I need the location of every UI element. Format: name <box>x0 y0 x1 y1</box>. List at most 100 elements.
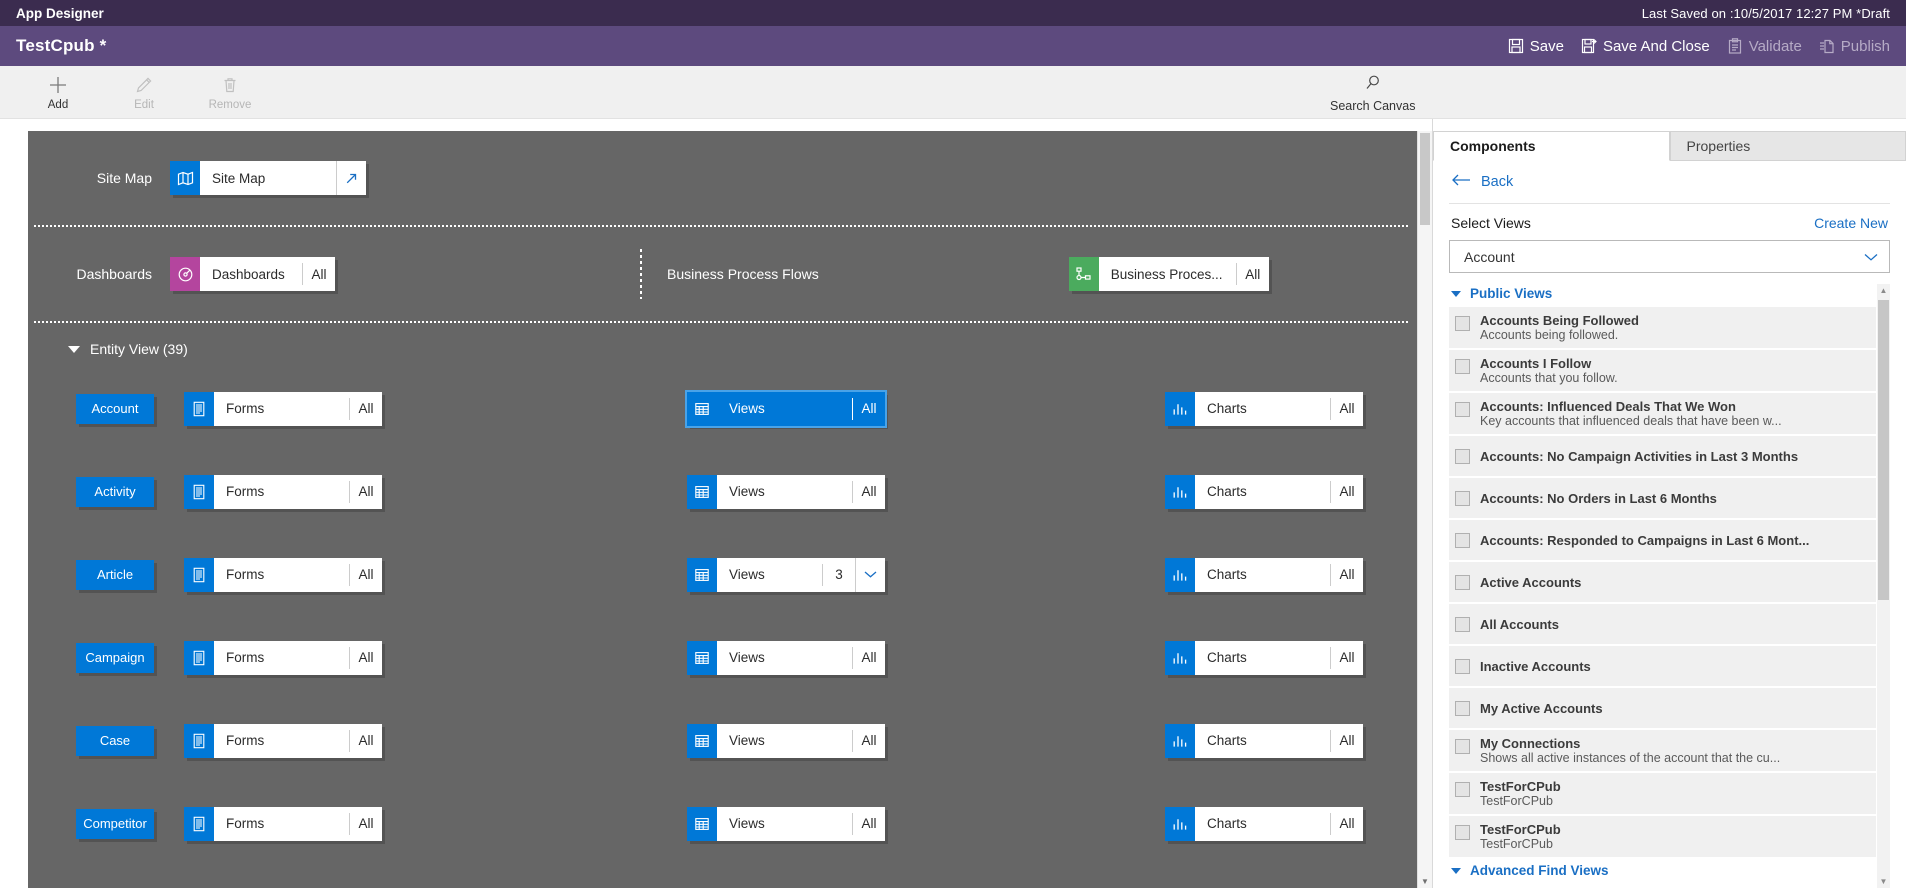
public-views-group-header[interactable]: Public Views <box>1449 284 1876 307</box>
view-item-texts: Active Accounts <box>1480 575 1581 590</box>
forms-tile[interactable]: Forms All <box>184 474 382 509</box>
forms-tile-name: Forms <box>226 816 265 831</box>
bpf-tile[interactable]: Business Proces... All <box>1068 257 1269 291</box>
canvas-scroll-thumb[interactable] <box>1420 133 1430 225</box>
edit-button[interactable]: Edit <box>116 73 172 111</box>
view-list-item[interactable]: My Connections Shows all active instances… <box>1449 730 1876 773</box>
entity-pill[interactable]: Competitor <box>76 808 154 839</box>
view-checkbox[interactable] <box>1455 359 1470 374</box>
views-scroll-up-icon[interactable]: ▲ <box>1877 284 1890 297</box>
open-arrow-icon[interactable] <box>336 161 366 195</box>
views-tile[interactable]: Views All <box>687 806 885 841</box>
entity-pill[interactable]: Case <box>76 725 154 756</box>
entity-view-group-header[interactable]: Entity View (39) <box>28 323 1418 367</box>
views-tile[interactable]: Views 3 <box>687 557 885 592</box>
advanced-find-views-group-header[interactable]: Advanced Find Views <box>1449 859 1876 880</box>
view-list-item[interactable]: TestForCPub TestForCPub <box>1449 773 1876 816</box>
forms-icon <box>184 391 214 426</box>
entity-pill[interactable]: Article <box>76 559 154 590</box>
views-grid-icon <box>687 640 717 675</box>
app-canvas: Site Map Site Map Dashboards Dashboards … <box>28 131 1418 888</box>
charts-tile[interactable]: Charts All <box>1165 391 1363 426</box>
publish-button[interactable]: Publish <box>1819 38 1890 55</box>
views-grid-icon <box>687 806 717 841</box>
charts-tile-count: All <box>1339 816 1355 831</box>
views-scroll-thumb[interactable] <box>1878 300 1889 600</box>
forms-tile[interactable]: Forms All <box>184 391 382 426</box>
views-scrollbar[interactable]: ▲ ▼ <box>1877 284 1890 888</box>
views-list-area: Public Views Accounts Being Followed Acco… <box>1449 284 1890 888</box>
view-checkbox[interactable] <box>1455 316 1470 331</box>
view-item-texts: Accounts: No Campaign Activities in Last… <box>1480 449 1798 464</box>
view-checkbox[interactable] <box>1455 490 1470 506</box>
forms-tile[interactable]: Forms All <box>184 557 382 592</box>
view-list-item[interactable]: Accounts I Follow Accounts that you follo… <box>1449 350 1876 393</box>
charts-tile[interactable]: Charts All <box>1165 723 1363 758</box>
view-list-item[interactable]: Active Accounts <box>1449 562 1876 604</box>
view-list-item[interactable]: Accounts: Influenced Deals That We Won Ke… <box>1449 393 1876 436</box>
views-tile-name: Views <box>729 567 765 582</box>
entity-pill[interactable]: Activity <box>76 476 154 507</box>
view-list-item[interactable]: Accounts: No Campaign Activities in Last… <box>1449 436 1876 478</box>
add-button[interactable]: Add <box>30 73 86 111</box>
remove-button[interactable]: Remove <box>202 73 258 111</box>
tab-components[interactable]: Components <box>1433 131 1670 161</box>
view-list-item[interactable]: Inactive Accounts <box>1449 646 1876 688</box>
view-list-item[interactable]: All Accounts <box>1449 604 1876 646</box>
views-tile[interactable]: Views All <box>687 723 885 758</box>
sitemap-tile[interactable]: Site Map <box>170 161 366 195</box>
charts-tile[interactable]: Charts All <box>1165 806 1363 841</box>
view-checkbox[interactable] <box>1455 448 1470 464</box>
tab-properties[interactable]: Properties <box>1669 131 1906 161</box>
view-list-item[interactable]: TestForCPub TestForCPub <box>1449 816 1876 859</box>
charts-tile[interactable]: Charts All <box>1165 474 1363 509</box>
entity-pill[interactable]: Campaign <box>76 642 154 673</box>
scroll-down-icon[interactable]: ▼ <box>1418 874 1432 888</box>
charts-bar-icon <box>1165 723 1195 758</box>
views-tile[interactable]: Views All <box>687 640 885 675</box>
views-tile[interactable]: Views All <box>685 389 887 428</box>
views-tile[interactable]: Views All <box>687 474 885 509</box>
view-checkbox[interactable] <box>1455 739 1470 754</box>
entity-pill[interactable]: Account <box>76 393 154 424</box>
views-scroll-down-icon[interactable]: ▼ <box>1877 875 1890 888</box>
view-item-title: Accounts: Responded to Campaigns in Last… <box>1480 532 1810 548</box>
entity-row: Competitor Forms All Views All Charts All <box>28 782 1418 865</box>
publish-icon <box>1819 38 1835 54</box>
view-list-item[interactable]: Accounts: No Orders in Last 6 Months <box>1449 478 1876 520</box>
view-checkbox[interactable] <box>1455 616 1470 632</box>
charts-tile[interactable]: Charts All <box>1165 557 1363 592</box>
validate-button[interactable]: Validate <box>1727 38 1802 55</box>
forms-tile[interactable]: Forms All <box>184 723 382 758</box>
charts-tile[interactable]: Charts All <box>1165 640 1363 675</box>
views-grid-icon <box>687 392 717 426</box>
search-canvas-button[interactable]: Search Canvas <box>1330 73 1415 113</box>
view-checkbox[interactable] <box>1455 532 1470 548</box>
save-and-close-button[interactable]: Save And Close <box>1581 38 1710 55</box>
view-checkbox[interactable] <box>1455 700 1470 716</box>
view-list-item[interactable]: My Active Accounts <box>1449 688 1876 730</box>
forms-icon <box>184 557 214 592</box>
create-new-link[interactable]: Create New <box>1814 215 1888 231</box>
entity-select-dropdown[interactable]: Account <box>1449 240 1890 273</box>
canvas-scrollbar[interactable]: ▲ ▼ <box>1417 131 1432 888</box>
forms-icon <box>184 474 214 509</box>
view-list-item[interactable]: Accounts: Responded to Campaigns in Last… <box>1449 520 1876 562</box>
dashboards-bpf-section: Dashboards Dashboards All Business Proce… <box>28 227 1418 323</box>
view-checkbox[interactable] <box>1455 782 1470 797</box>
view-list-item[interactable]: Accounts Being Followed Accounts being fo… <box>1449 307 1876 350</box>
views-tile-count: All <box>861 484 877 499</box>
view-checkbox[interactable] <box>1455 574 1470 590</box>
view-checkbox[interactable] <box>1455 658 1470 674</box>
save-button[interactable]: Save <box>1508 38 1564 55</box>
app-name-label: TestCpub * <box>16 36 107 55</box>
dashboards-tile[interactable]: Dashboards All <box>170 257 335 291</box>
chevron-down-icon[interactable] <box>855 557 885 592</box>
view-item-title: All Accounts <box>1480 616 1559 632</box>
view-checkbox[interactable] <box>1455 825 1470 840</box>
forms-tile[interactable]: Forms All <box>184 806 382 841</box>
view-checkbox[interactable] <box>1455 402 1470 417</box>
back-button[interactable]: Back <box>1449 161 1890 204</box>
forms-tile[interactable]: Forms All <box>184 640 382 675</box>
advanced-find-views-label: Advanced Find Views <box>1470 863 1609 878</box>
